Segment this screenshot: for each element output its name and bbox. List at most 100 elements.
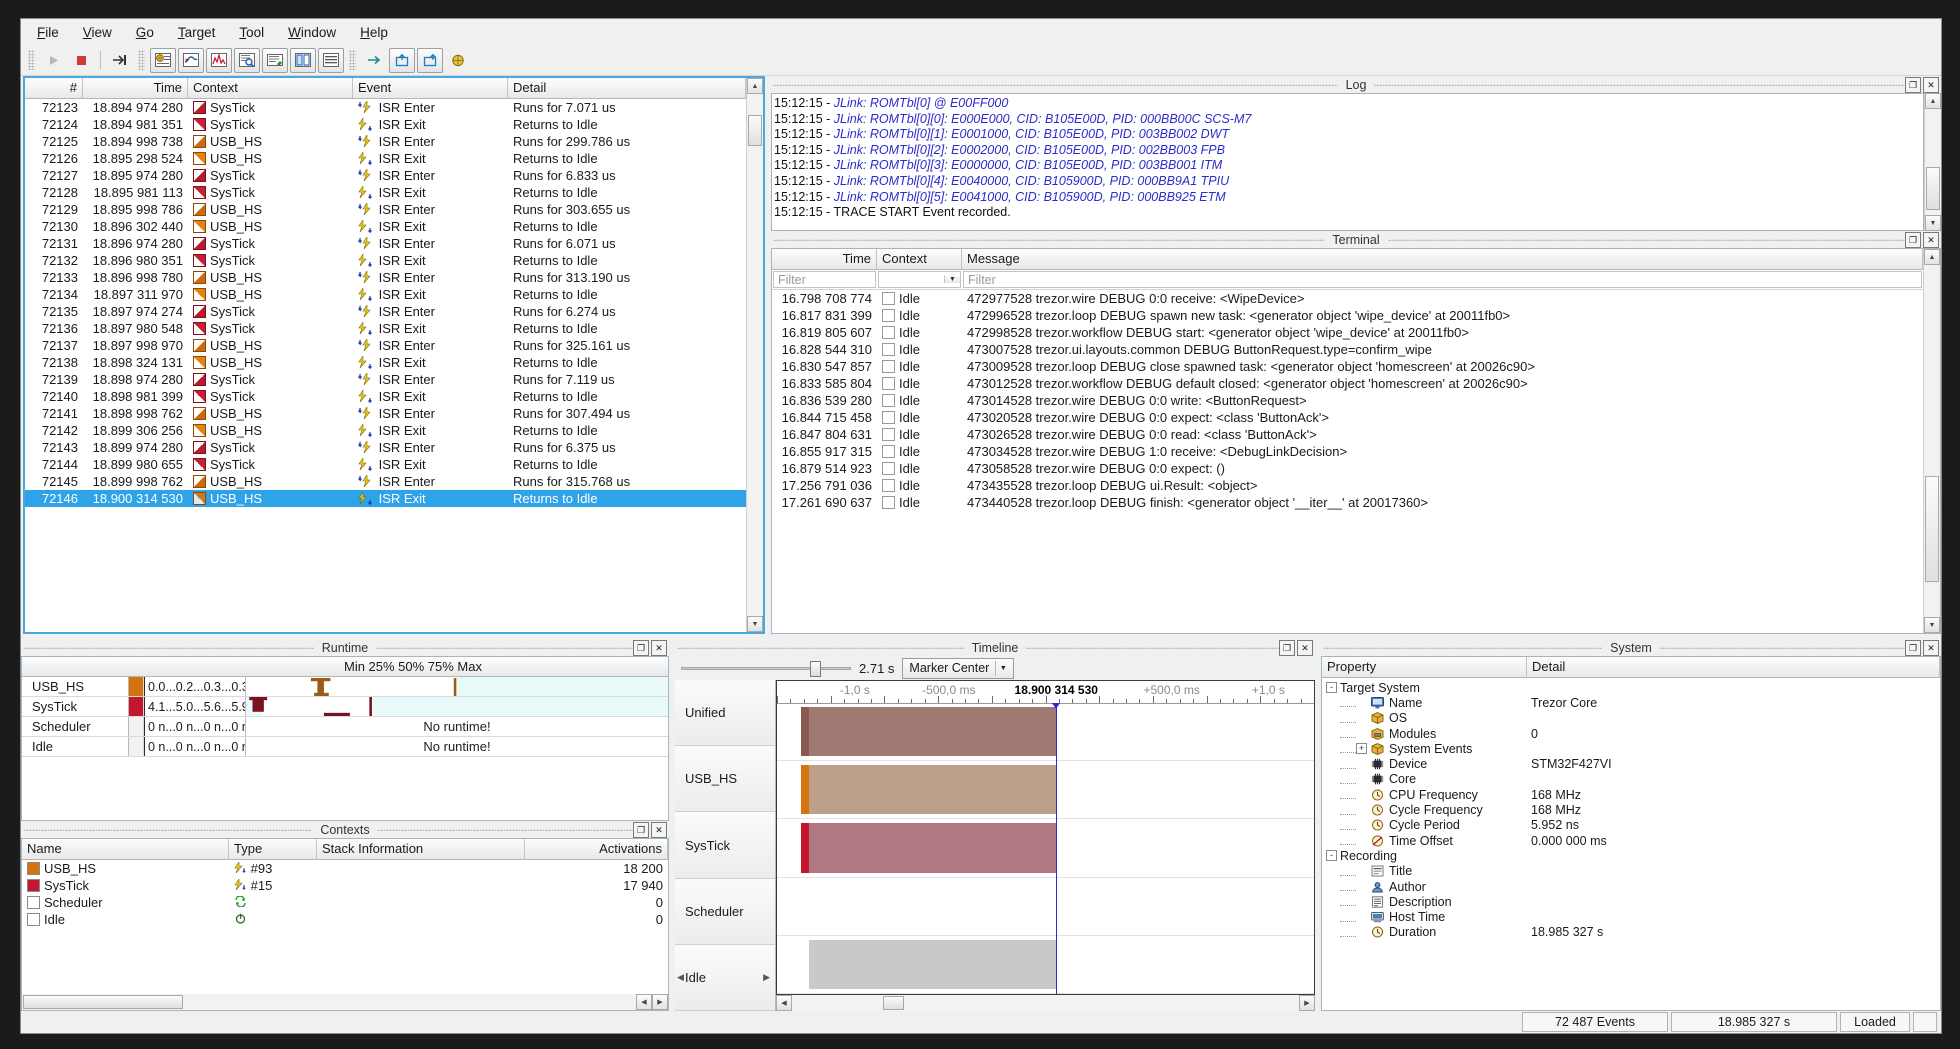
table-row[interactable]: 7213718.897 998 970USB_HS ISR EnterRuns … (25, 337, 746, 354)
events-col-time[interactable]: Time (83, 78, 188, 98)
list-button[interactable] (318, 48, 344, 73)
system-close-button[interactable]: ✕ (1923, 640, 1939, 656)
terminal-scroll-down-button[interactable]: ▼ (1924, 617, 1940, 633)
system-float-button[interactable]: ❐ (1905, 640, 1921, 656)
timeline-lane-unified[interactable]: Unified (675, 680, 775, 746)
contexts-float-button[interactable]: ❐ (633, 822, 649, 838)
table-row[interactable]: 7214018.898 981 399SysTick ISR ExitRetur… (25, 388, 746, 405)
runtime-close-button[interactable]: ✕ (651, 640, 667, 656)
contexts-hscroll-track[interactable] (22, 994, 636, 1010)
timeline-close-button[interactable]: ✕ (1297, 640, 1313, 656)
table-row[interactable]: SysTick #1517 940 (22, 877, 668, 894)
menu-item-tool[interactable]: Tool (227, 22, 276, 43)
timeline-canvas[interactable]: -1,0 s-500,0 ms18.900 314 530+500,0 ms+1… (776, 680, 1315, 995)
system-col-property[interactable]: Property (1322, 657, 1527, 677)
timeline-lane-usb_hs[interactable]: USB_HS (675, 746, 775, 812)
table-row[interactable]: 16.833 585 804Idle473012528 trezor.workf… (772, 375, 1923, 392)
table-row[interactable]: 7214518.899 998 762USB_HS ISR EnterRuns … (25, 473, 746, 490)
toolbar-grip[interactable] (28, 50, 35, 70)
timeline-lane-systick[interactable]: SysTick (675, 812, 775, 878)
system-tree-row[interactable]: DeviceSTM32F427VI (1322, 756, 1940, 771)
timeline-lane-labels[interactable]: UnifiedUSB_HSSysTickSchedulerIdle▶◀ (675, 680, 776, 1011)
table-row[interactable]: 7212918.895 998 786USB_HS ISR EnterRuns … (25, 201, 746, 218)
terminal-col-message[interactable]: Message (962, 249, 1923, 269)
system-tree-row[interactable]: NameTrezor Core (1322, 695, 1940, 710)
tree-toggle-icon[interactable]: + (1356, 743, 1367, 754)
timeline-hscroll-left-button[interactable]: ◀ (776, 995, 792, 1011)
table-row[interactable]: 7214218.899 306 256USB_HS ISR ExitReturn… (25, 422, 746, 439)
system-col-detail[interactable]: Detail (1527, 657, 1940, 677)
contexts-col-name[interactable]: Name (22, 839, 229, 859)
chevron-down-icon[interactable]: ▼ (944, 276, 960, 283)
contexts-close-button[interactable]: ✕ (651, 822, 667, 838)
log-float-button[interactable]: ❐ (1905, 77, 1921, 93)
table-row[interactable]: 7214618.900 314 530USB_HS ISR ExitReturn… (25, 490, 746, 507)
events-col-context[interactable]: Context (188, 78, 353, 98)
system-tree-row[interactable]: Title (1322, 864, 1940, 879)
contexts-col-activations[interactable]: Activations (525, 839, 668, 859)
contexts-hscroll-right-button[interactable]: ▶ (652, 994, 668, 1010)
system-tree-row[interactable]: OS (1322, 711, 1940, 726)
system-tree-row[interactable]: Time Offset0.000 000 ms (1322, 833, 1940, 848)
events-scroll-thumb[interactable] (748, 115, 762, 146)
table-row[interactable]: 17.256 791 036Idle473435528 trezor.loop … (772, 477, 1923, 494)
runtime-row[interactable]: USB_HS0.0...0.2...0.3...0.3...1.2... (22, 677, 668, 697)
events-col-event[interactable]: Event (353, 78, 508, 98)
events-scroll-track[interactable] (747, 94, 763, 616)
table-row[interactable]: 16.879 514 923Idle473058528 trezor.wire … (772, 460, 1923, 477)
table-row[interactable]: 7213618.897 980 548SysTick ISR ExitRetur… (25, 320, 746, 337)
menu-item-window[interactable]: Window (276, 22, 348, 43)
chevron-left-icon[interactable]: ◀ (677, 972, 684, 983)
log-scroll-thumb[interactable] (1926, 167, 1940, 209)
log-scroll-up-button[interactable]: ▲ (1925, 93, 1941, 109)
timeline-tracks[interactable] (777, 703, 1314, 994)
timeline-lane-scheduler[interactable]: Scheduler (675, 879, 775, 945)
contexts-hscroll-thumb[interactable] (23, 995, 183, 1009)
log-list[interactable]: 15:12:15 - JLink: ROMTbl[0] @ E00FF00015… (771, 93, 1924, 231)
timeline-hscroll-thumb[interactable] (883, 996, 903, 1010)
terminal-time-filter-input[interactable]: Filter (773, 271, 876, 288)
goto-marker-button[interactable] (361, 48, 387, 73)
table-row[interactable]: 7213018.896 302 440USB_HS ISR ExitReturn… (25, 218, 746, 235)
timeline-mode-select[interactable]: Marker Center ▼ (902, 658, 1014, 679)
system-tree[interactable]: -Target SystemNameTrezor CoreOSModules0 +… (1322, 678, 1940, 1010)
table-row[interactable]: 16.828 544 310Idle473007528 trezor.ui.la… (772, 341, 1923, 358)
goto-end-button[interactable] (107, 48, 133, 73)
log-vertical-scrollbar[interactable]: ▲ ▼ (1924, 93, 1941, 231)
timeline-track-scheduler[interactable] (777, 878, 1314, 936)
events-search-button[interactable] (234, 48, 260, 73)
events-vertical-scrollbar[interactable]: ▲ ▼ (746, 78, 763, 632)
terminal-float-button[interactable]: ❐ (1905, 232, 1921, 248)
scroll-up-button[interactable]: ▲ (747, 78, 763, 94)
table-row[interactable]: 7214318.899 974 280SysTick ISR EnterRuns… (25, 439, 746, 456)
system-view-button[interactable] (150, 48, 176, 73)
status-resize-grip[interactable] (1913, 1012, 1937, 1032)
table-row[interactable]: USB_HS #9318 200 (22, 860, 668, 877)
system-tree-row[interactable]: -Recording (1322, 848, 1940, 863)
table-row[interactable]: 7212618.895 298 524USB_HS ISR ExitReturn… (25, 150, 746, 167)
terminal-close-button[interactable]: ✕ (1923, 232, 1939, 248)
toolbar-grip-2[interactable] (138, 50, 145, 70)
terminal-context-filter-select[interactable]: ▼ (878, 271, 961, 288)
runtime-row[interactable]: Scheduler0 n...0 n...0 n...0 n...0 n...N… (22, 717, 668, 737)
events-col-num[interactable]: # (25, 78, 83, 98)
timeline-zoom-slider[interactable] (681, 660, 851, 676)
runtime-row[interactable]: SysTick4.1...5.0...5.6...5.9...64.... (22, 697, 668, 717)
runtime-graph-button[interactable] (178, 48, 204, 73)
terminal-col-context[interactable]: Context (877, 249, 962, 269)
cpu-load-button[interactable] (206, 48, 232, 73)
play-button[interactable] (40, 48, 66, 73)
table-row[interactable]: 16.844 715 458Idle473020528 trezor.wire … (772, 409, 1923, 426)
table-row[interactable]: Idle 0 (22, 911, 668, 928)
scroll-down-button[interactable]: ▼ (747, 616, 763, 632)
timeline-hscroll-track[interactable] (792, 995, 1299, 1011)
system-tree-row[interactable]: Modules0 (1322, 726, 1940, 741)
toolbar-grip-3[interactable] (349, 50, 356, 70)
table-row[interactable]: 16.798 708 774Idle472977528 trezor.wire … (772, 290, 1923, 307)
system-tree-row[interactable]: -Target System (1322, 680, 1940, 695)
timeline-track-systick[interactable] (777, 819, 1314, 877)
timeline-lane-idle[interactable]: Idle▶◀ (675, 945, 775, 1011)
timeline-hscroll-right-button[interactable]: ▶ (1299, 995, 1315, 1011)
table-row[interactable]: 7213318.896 998 780USB_HS ISR EnterRuns … (25, 269, 746, 286)
table-row[interactable]: 7213918.898 974 280SysTick ISR EnterRuns… (25, 371, 746, 388)
